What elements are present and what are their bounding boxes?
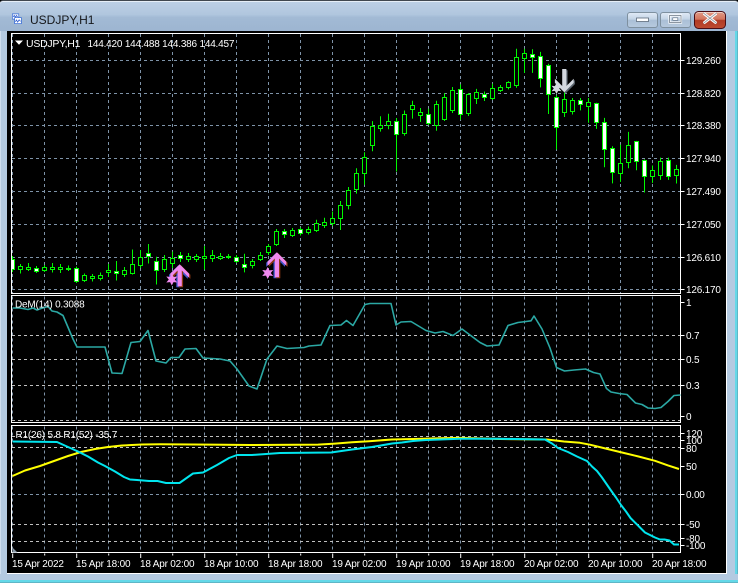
svg-text:18 Apr 10:00: 18 Apr 10:00 <box>204 559 259 570</box>
svg-text:-50: -50 <box>686 520 700 531</box>
svg-text:127.050: 127.050 <box>686 220 721 231</box>
svg-text:19 Apr 18:00: 19 Apr 18:00 <box>460 559 515 570</box>
svg-text:20 Apr 10:00: 20 Apr 10:00 <box>588 559 643 570</box>
svg-text:126.610: 126.610 <box>686 253 721 264</box>
svg-text:-100: -100 <box>686 541 706 552</box>
svg-text:USDJPY,H1: USDJPY,H1 <box>26 38 81 50</box>
svg-text:1: 1 <box>686 298 692 309</box>
svg-text:129.260: 129.260 <box>686 56 721 67</box>
svg-text:80: 80 <box>686 444 697 455</box>
svg-text:144.420 144.488 144.386 144.45: 144.420 144.488 144.386 144.457 <box>88 39 235 50</box>
svg-text:20 Apr 18:00: 20 Apr 18:00 <box>652 559 707 570</box>
svg-text:R1(26) 5.8 R1(52) -35.7: R1(26) 5.8 R1(52) -35.7 <box>16 430 118 441</box>
svg-text:15 Apr 2022: 15 Apr 2022 <box>12 559 64 570</box>
svg-text:19 Apr 10:00: 19 Apr 10:00 <box>396 559 451 570</box>
svg-text:18 Apr 18:00: 18 Apr 18:00 <box>268 559 323 570</box>
svg-text:128.380: 128.380 <box>686 121 721 132</box>
svg-text:127.490: 127.490 <box>686 187 721 198</box>
svg-text:0.3: 0.3 <box>686 381 700 392</box>
svg-text:127.940: 127.940 <box>686 154 721 165</box>
svg-text:18 Apr 02:00: 18 Apr 02:00 <box>140 559 195 570</box>
svg-text:20 Apr 02:00: 20 Apr 02:00 <box>524 559 579 570</box>
svg-text:50: 50 <box>686 462 697 473</box>
svg-text:0: 0 <box>686 412 692 423</box>
svg-text:DeM(14) 0.3088: DeM(14) 0.3088 <box>15 300 85 311</box>
svg-text:126.170: 126.170 <box>686 285 721 296</box>
svg-text:0.00: 0.00 <box>686 490 705 501</box>
svg-text:0.7: 0.7 <box>686 331 700 342</box>
svg-text:128.820: 128.820 <box>686 89 721 100</box>
svg-text:19 Apr 02:00: 19 Apr 02:00 <box>332 559 387 570</box>
svg-text:15 Apr 18:00: 15 Apr 18:00 <box>76 559 131 570</box>
svg-text:0.5: 0.5 <box>686 355 700 366</box>
